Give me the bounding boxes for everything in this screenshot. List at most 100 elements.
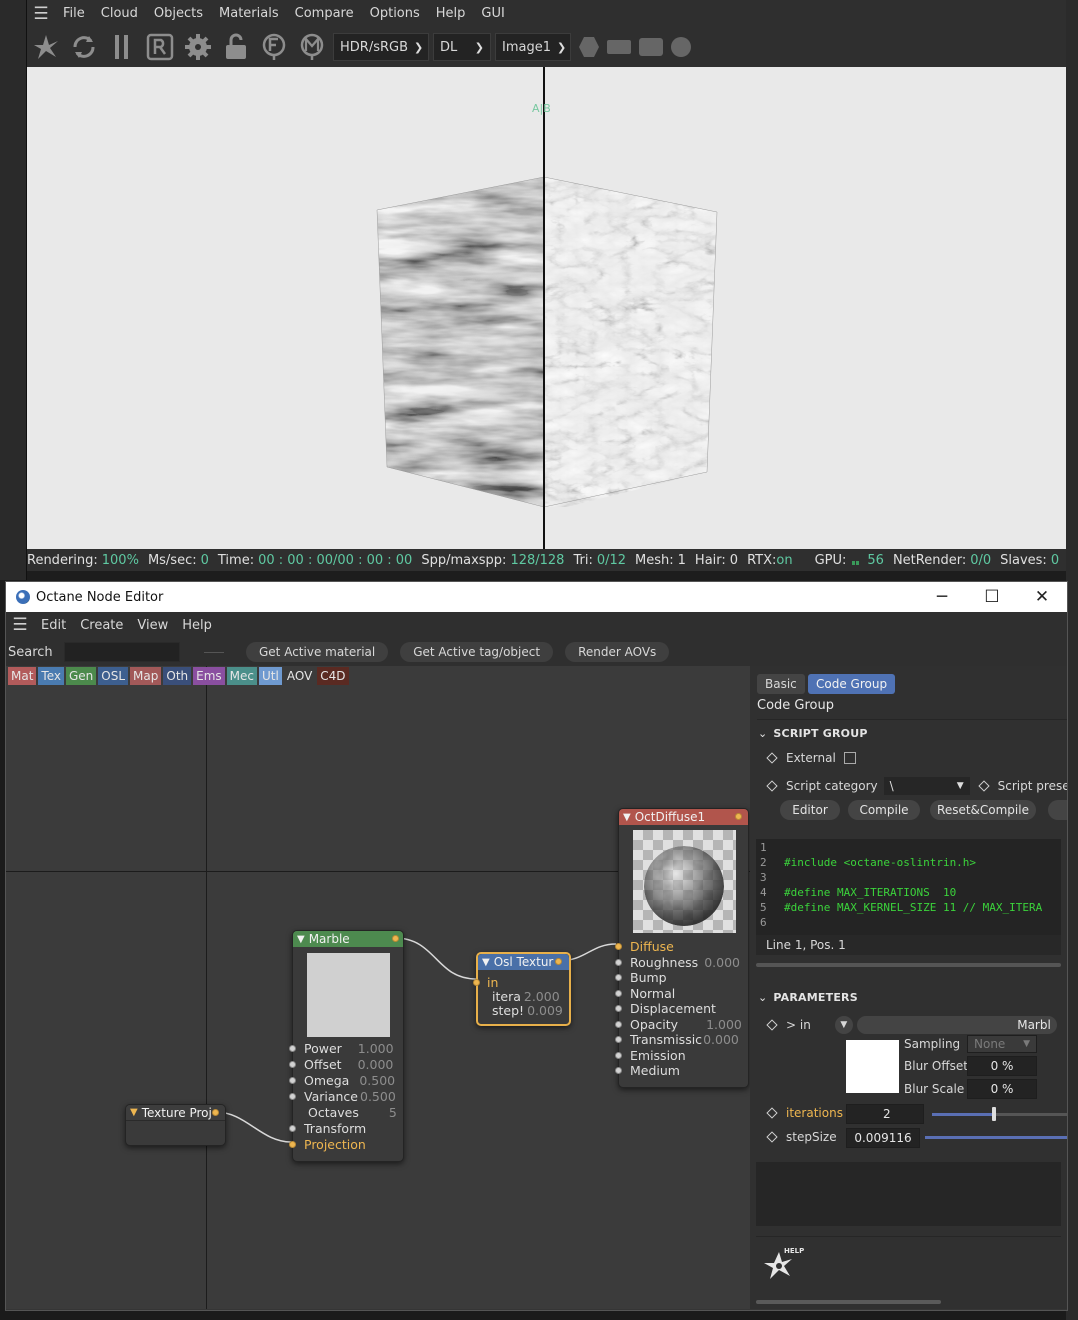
blur-offset-field[interactable]: 0 %	[967, 1056, 1037, 1076]
pin-row-emission[interactable]: Emission	[615, 1048, 686, 1064]
search-input[interactable]	[64, 642, 180, 662]
keyframe-diamond-icon[interactable]	[766, 1019, 778, 1031]
osl-texture-node[interactable]: ▼ Osl Textur in itera 2.000 step! 0.009	[473, 952, 571, 1026]
menu-view[interactable]: View	[130, 618, 175, 633]
hamburger-menu-icon[interactable]: ☰	[6, 615, 34, 635]
sampling-select[interactable]: None ▼	[967, 1035, 1037, 1053]
menu-edit[interactable]: Edit	[34, 618, 73, 633]
menu-gui[interactable]: GUI	[473, 6, 512, 21]
pin-row-medium[interactable]: Medium	[615, 1063, 680, 1079]
octdiffuse-node-header[interactable]: ▼ OctDiffuse1	[619, 809, 748, 825]
category-tex[interactable]: Tex	[38, 667, 64, 685]
in-param-node-field[interactable]: Marbl	[856, 1016, 1057, 1034]
menu-file[interactable]: File	[55, 6, 93, 21]
octdiffuse-node[interactable]: ▼ OctDiffuse1 Diffuse Roughness 0.000 Bu…	[615, 808, 749, 1088]
stepsize-field[interactable]: 0.009116	[846, 1128, 920, 1148]
emission-input-pin[interactable]	[615, 1051, 622, 1059]
keyframe-diamond-icon[interactable]	[766, 752, 778, 764]
circle-icon[interactable]	[671, 37, 691, 57]
lock-open-icon[interactable]	[219, 30, 253, 64]
menu-cloud[interactable]: Cloud	[93, 6, 146, 21]
in-input-pin[interactable]	[473, 979, 480, 987]
category-mec[interactable]: Mec	[226, 667, 258, 685]
transform-input-pin[interactable]	[289, 1125, 296, 1133]
pin-row-transmission[interactable]: Transmissic 0.000	[615, 1032, 739, 1048]
script-group-header[interactable]: ⌄ SCRIPT GROUP	[758, 727, 868, 740]
osl-texture-output-pin[interactable]	[555, 958, 562, 965]
pin-row-diffuse[interactable]: Diffuse	[615, 939, 674, 955]
marble-node[interactable]: ▼ Marble Power 1.000 Offset 0.000 Omega 0.5…	[289, 930, 404, 1162]
category-osl[interactable]: OSL	[98, 667, 129, 685]
region-render-icon[interactable]	[143, 30, 177, 64]
pin-row-power[interactable]: Power 1.000	[289, 1041, 394, 1057]
hamburger-menu-icon[interactable]: ☰	[27, 4, 55, 24]
offset-input-pin[interactable]	[289, 1061, 296, 1069]
get-active-material-button[interactable]: Get Active material	[246, 642, 389, 662]
render-aovs-button[interactable]: Render AOVs	[565, 642, 670, 662]
pin-row-projection[interactable]: Projection	[289, 1137, 366, 1153]
external-checkbox[interactable]	[843, 752, 856, 764]
compile-button[interactable]: Compile	[848, 800, 920, 820]
pin-row-opacity[interactable]: Opacity 1.000	[615, 1017, 742, 1033]
keyframe-diamond-icon[interactable]	[766, 1107, 778, 1119]
keyframe-diamond-icon[interactable]	[977, 780, 990, 792]
color-space-select[interactable]: HDR/sRGB ❯	[333, 33, 429, 61]
render-viewport[interactable]: A|B	[27, 67, 1066, 549]
bump-input-pin[interactable]	[615, 974, 622, 982]
menu-compare[interactable]: Compare	[287, 6, 362, 21]
pin-row-transform[interactable]: Transform	[289, 1121, 366, 1137]
panel-horizontal-scrollbar[interactable]	[756, 1300, 941, 1304]
texture-projection-node-header[interactable]: ▼ Texture Proj	[126, 1105, 225, 1121]
focus-picker-icon[interactable]	[257, 30, 291, 64]
pin-row-bump[interactable]: Bump	[615, 970, 667, 986]
minimize-button[interactable]: ─	[917, 582, 967, 612]
category-oth[interactable]: Oth	[163, 667, 192, 685]
marble-output-pin[interactable]	[392, 935, 399, 942]
category-mat[interactable]: Mat	[8, 667, 37, 685]
script-category-select[interactable]: \ ▼	[883, 777, 970, 795]
stepsize-slider-track[interactable]	[925, 1136, 1067, 1139]
octdiffuse-output-pin[interactable]	[735, 813, 742, 820]
menu-objects[interactable]: Objects	[146, 6, 211, 21]
maximize-button[interactable]: ☐	[967, 582, 1017, 612]
editor-button[interactable]: Editor	[780, 800, 840, 820]
in-param-label[interactable]: > in	[786, 1018, 811, 1032]
close-button[interactable]: ✕	[1017, 582, 1067, 612]
osl-code-editor[interactable]: 1 2 #include <octane-oslintrin.h> 3 4 #def…	[756, 839, 1061, 935]
tab-code-group[interactable]: Code Group	[808, 674, 896, 694]
iterations-field[interactable]: 2	[846, 1104, 924, 1124]
menu-options[interactable]: Options	[362, 6, 428, 21]
medium-input-pin[interactable]	[615, 1067, 622, 1075]
in-param-dropdown-toggle[interactable]: ▼	[834, 1016, 853, 1034]
tab-basic[interactable]: Basic	[757, 674, 805, 694]
kernel-select[interactable]: DL ❯	[433, 33, 491, 61]
collapse-triangle-icon[interactable]: ▼	[130, 1107, 138, 1118]
category-gen[interactable]: Gen	[66, 667, 97, 685]
iterations-slider-handle[interactable]	[992, 1107, 997, 1121]
category-c4d[interactable]: C4D	[317, 667, 349, 685]
reset-compile-button[interactable]: Reset&Compile	[930, 800, 1036, 820]
hexagon-icon[interactable]	[579, 37, 599, 57]
pin-row-offset[interactable]: Offset 0.000	[289, 1057, 393, 1073]
image-select[interactable]: Image1 ❯	[495, 33, 571, 61]
collapse-triangle-icon[interactable]: ▼	[623, 812, 631, 823]
opacity-input-pin[interactable]	[615, 1020, 622, 1028]
menu-materials[interactable]: Materials	[211, 6, 287, 21]
pin-row-displacement[interactable]: Displacement	[615, 1001, 716, 1017]
menu-help[interactable]: Help	[428, 6, 474, 21]
pause-icon[interactable]	[105, 30, 139, 64]
category-aov[interactable]: AOV	[283, 667, 316, 685]
node-graph-canvas[interactable]: ▼ OctDiffuse1 Diffuse Roughness 0.000 Bu…	[6, 666, 750, 1309]
collapse-triangle-icon[interactable]: ▼	[297, 934, 305, 945]
omega-input-pin[interactable]	[289, 1077, 296, 1085]
power-input-pin[interactable]	[289, 1045, 296, 1053]
get-active-tag-button[interactable]: Get Active tag/object	[400, 642, 554, 662]
pin-row-omega[interactable]: Omega 0.500	[289, 1073, 395, 1089]
pin-row-roughness[interactable]: Roughness 0.000	[615, 955, 740, 971]
roughness-input-pin[interactable]	[615, 958, 622, 966]
variance-input-pin[interactable]	[289, 1093, 296, 1101]
menu-help[interactable]: Help	[175, 618, 219, 633]
keyframe-diamond-icon[interactable]	[766, 780, 778, 792]
marble-node-header[interactable]: ▼ Marble	[293, 931, 403, 947]
restart-render-icon[interactable]	[67, 30, 101, 64]
